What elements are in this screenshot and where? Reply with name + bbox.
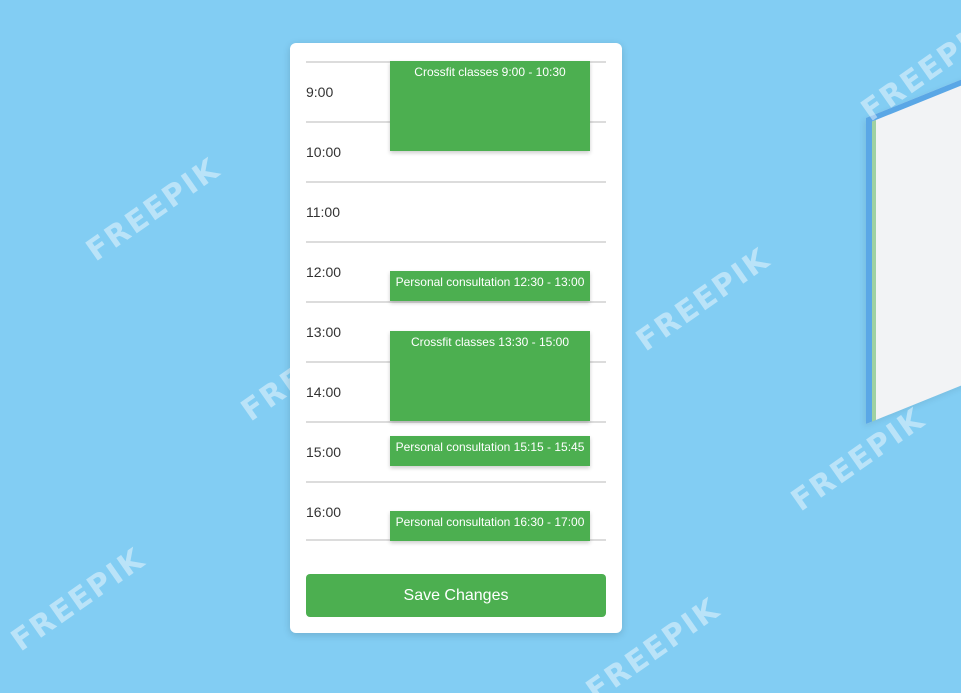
- schedule-event[interactable]: Crossfit classes 9:00 - 10:30: [390, 61, 590, 151]
- watermark: FREEPIK: [630, 241, 778, 359]
- save-changes-button[interactable]: Save Changes: [306, 574, 606, 617]
- schedule-event[interactable]: Personal consultation 12:30 - 13:00: [390, 271, 590, 301]
- schedule-event[interactable]: Personal consultation 16:30 - 17:00: [390, 511, 590, 541]
- hour-row: 11:00: [306, 181, 606, 241]
- schedule-card: 9:00 10:00 11:00 12:00 13:00 14:00 15:00 16:00 C…: [290, 43, 622, 633]
- hour-label: 13:00: [306, 324, 342, 340]
- hour-label: 9:00: [306, 84, 334, 100]
- hour-label: 16:00: [306, 504, 342, 520]
- hour-label: 12:00: [306, 264, 342, 280]
- hour-label: 11:00: [306, 204, 340, 220]
- hour-label: 10:00: [306, 144, 342, 160]
- day-schedule: 9:00 10:00 11:00 12:00 13:00 14:00 15:00 16:00 C…: [306, 61, 606, 541]
- watermark: FREEPIK: [5, 541, 153, 659]
- notebook-spine: [872, 119, 876, 422]
- watermark: FREEPIK: [80, 151, 228, 269]
- schedule-event[interactable]: Crossfit classes 13:30 - 15:00: [390, 331, 590, 421]
- schedule-event[interactable]: Personal consultation 15:15 - 15:45: [390, 436, 590, 466]
- hour-label: 15:00: [306, 444, 342, 460]
- watermark: FREEPIK: [785, 401, 933, 519]
- notebook-decoration: [866, 59, 961, 424]
- hour-label: 14:00: [306, 384, 342, 400]
